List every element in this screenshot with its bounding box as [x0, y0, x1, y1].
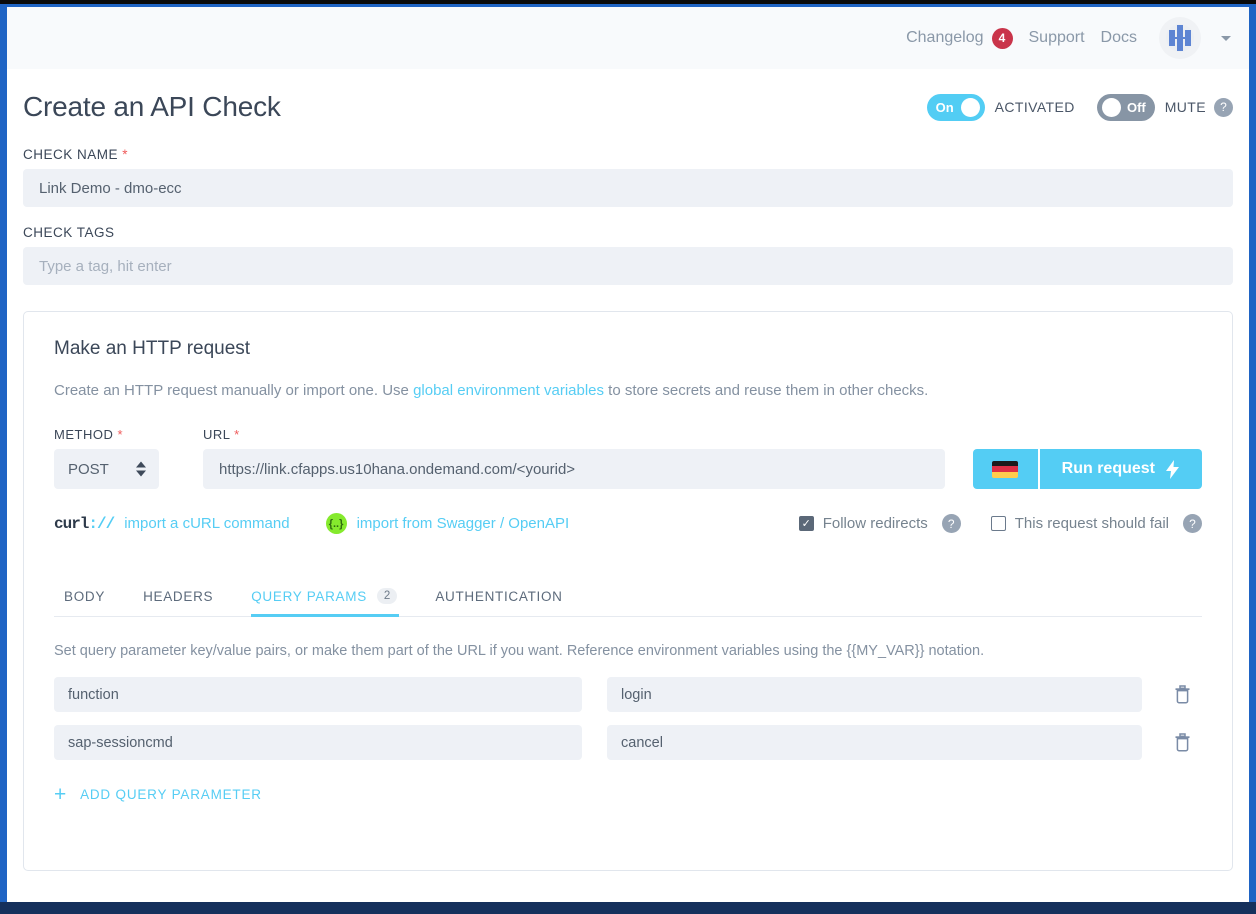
page-header-row: Create an API Check On ACTIVATED Off MUT… — [23, 69, 1233, 129]
plus-icon: + — [54, 783, 68, 806]
top-navigation-bar: Changelog 4 Support Docs — [7, 7, 1249, 69]
delete-query-param-button[interactable] — [1174, 685, 1191, 704]
tab-body-label: BODY — [64, 588, 106, 604]
germany-flag-icon — [992, 460, 1019, 478]
changelog-count-badge: 4 — [991, 27, 1013, 49]
curl-logo-icon: curl:// — [54, 514, 115, 533]
mute-toggle[interactable]: Off — [1096, 93, 1155, 121]
activated-toggle[interactable]: On — [926, 93, 985, 121]
url-required-marker: * — [234, 427, 240, 442]
tab-query-params-label: QUERY PARAMS — [251, 588, 367, 604]
tab-headers-label: HEADERS — [143, 588, 214, 604]
table-row — [54, 725, 1202, 760]
tab-body[interactable]: BODY — [64, 579, 105, 616]
nav-link-docs[interactable]: Docs — [1101, 29, 1137, 47]
import-curl-link[interactable]: import a cURL command — [124, 515, 289, 532]
add-query-parameter-button[interactable]: + ADD QUERY PARAMETER — [54, 784, 1202, 805]
activated-toggle-state: On — [935, 99, 954, 115]
check-name-input[interactable] — [23, 169, 1233, 207]
url-input[interactable] — [203, 449, 945, 489]
run-request-button[interactable]: Run request — [1039, 449, 1202, 489]
run-request-label: Run request — [1061, 460, 1155, 477]
should-fail-checkbox[interactable] — [990, 516, 1006, 531]
trash-icon — [1175, 733, 1190, 752]
region-selector-button[interactable] — [972, 449, 1038, 489]
query-params-hint: Set query parameter key/value pairs, or … — [54, 643, 985, 659]
curl-logo-text: curl — [54, 514, 89, 533]
url-label: URL * — [203, 427, 945, 442]
page-title: Create an API Check — [23, 91, 281, 122]
tab-authentication[interactable]: AUTHENTICATION — [435, 579, 562, 616]
description-post-text: to store secrets and reuse them in other… — [604, 382, 929, 399]
nav-link-changelog[interactable]: Changelog — [906, 29, 983, 47]
should-fail-label: This request should fail — [1014, 515, 1169, 532]
tab-query-params[interactable]: QUERY PARAMS 2 — [251, 578, 400, 617]
trash-icon — [1175, 685, 1190, 704]
query-param-key-input[interactable] — [54, 677, 582, 712]
import-swagger-link[interactable]: import from Swagger / OpenAPI — [357, 515, 570, 532]
global-env-vars-link[interactable]: global environment variables — [413, 382, 604, 399]
mute-help-icon[interactable]: ? — [1214, 97, 1233, 117]
follow-redirects-group[interactable]: ✓ Follow redirects ? — [798, 514, 961, 533]
query-param-key-input[interactable] — [54, 725, 582, 760]
request-checkbox-options: ✓ Follow redirects ? This request should… — [769, 514, 1202, 533]
method-field-group: METHOD * POST — [54, 427, 159, 489]
method-required-marker: * — [117, 427, 124, 442]
chevron-down-icon[interactable] — [1221, 35, 1231, 41]
request-card-title: Make an HTTP request — [54, 338, 251, 359]
mute-toggle-state: Off — [1126, 99, 1146, 115]
import-options-row: curl:// import a cURL command {..} impor… — [54, 513, 1202, 534]
swagger-icon: {..} — [325, 513, 347, 534]
method-url-row: METHOD * POST URL * https://link.cfapps.… — [54, 427, 1202, 489]
avatar[interactable] — [1159, 17, 1201, 59]
query-param-value-input[interactable] — [607, 725, 1142, 760]
table-row — [54, 677, 1202, 712]
check-tags-label: CHECK TAGS — [23, 225, 1233, 240]
header-toggles: On ACTIVATED Off MUTE ? — [926, 93, 1233, 121]
follow-redirects-help-icon[interactable]: ? — [941, 514, 961, 533]
curl-slashes-text: :// — [88, 514, 115, 533]
url-label-text: URL — [203, 427, 231, 442]
should-fail-help-icon[interactable]: ? — [1183, 514, 1202, 533]
method-label: METHOD * — [54, 427, 159, 442]
method-select-value: POST — [68, 460, 109, 478]
query-params-count-badge: 2 — [376, 588, 398, 604]
nav-link-support[interactable]: Support — [1029, 29, 1085, 47]
should-fail-group[interactable]: This request should fail ? — [990, 514, 1202, 533]
method-label-text: METHOD — [54, 427, 114, 442]
check-name-label-text: CHECK NAME — [23, 147, 119, 162]
mute-label: MUTE — [1164, 99, 1206, 115]
check-name-required-marker: * — [122, 147, 129, 162]
http-request-card: Make an HTTP request Create an HTTP requ… — [23, 311, 1233, 871]
follow-redirects-checkbox[interactable]: ✓ — [798, 516, 814, 531]
page-content: Create an API Check On ACTIVATED Off MUT… — [7, 69, 1249, 871]
tab-headers[interactable]: HEADERS — [143, 579, 213, 616]
select-stepper-icon — [136, 461, 146, 477]
check-tags-input[interactable] — [23, 247, 1233, 285]
run-request-group: Run request — [972, 449, 1202, 489]
query-param-value-input[interactable] — [607, 677, 1142, 712]
check-name-label: CHECK NAME * — [23, 147, 1233, 162]
activated-toggle-knob — [960, 97, 980, 117]
description-pre-text: Create an HTTP request manually or impor… — [54, 382, 414, 399]
add-query-parameter-label: ADD QUERY PARAMETER — [80, 787, 262, 802]
tab-authentication-label: AUTHENTICATION — [435, 588, 563, 604]
delete-query-param-button[interactable] — [1174, 733, 1191, 752]
method-select[interactable]: POST — [54, 449, 159, 489]
lightning-bolt-icon — [1166, 459, 1179, 479]
follow-redirects-label: Follow redirects — [822, 515, 928, 532]
request-tabs: BODY HEADERS QUERY PARAMS 2 AUTHENTICATI… — [54, 578, 1202, 617]
url-field-group: URL * — [203, 427, 945, 489]
app-viewport: Changelog 4 Support Docs Create an API C… — [7, 7, 1249, 902]
browser-frame: Changelog 4 Support Docs Create an API C… — [0, 0, 1256, 914]
user-logo-icon — [1166, 24, 1194, 52]
request-card-description: Create an HTTP request manually or impor… — [54, 382, 1202, 399]
check-tags-label-text: CHECK TAGS — [23, 225, 115, 240]
activated-label: ACTIVATED — [994, 99, 1075, 115]
mute-toggle-knob — [1101, 97, 1121, 117]
